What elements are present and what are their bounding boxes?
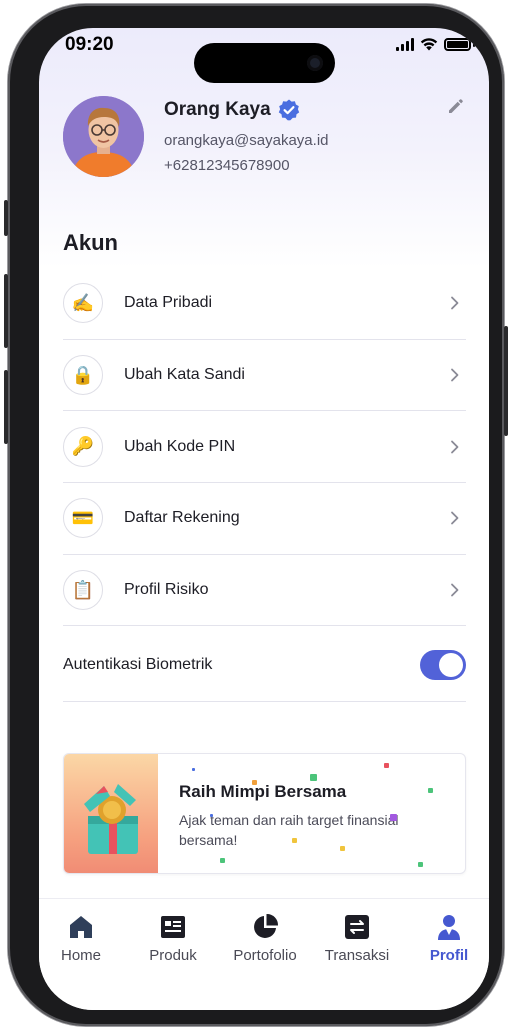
menu-item-label: Daftar Rekening [124,509,240,527]
avatar-illustration [63,96,144,177]
chevron-right-icon [451,583,459,597]
battery-tip [473,42,475,47]
confetti-piece [384,763,389,768]
profile-name: Orang Kaya [164,99,271,120]
confetti-piece [390,814,397,821]
confetti-piece [192,768,195,771]
camera-icon [307,55,323,71]
home-indicator [194,993,334,998]
tab-label: Home [60,947,101,964]
status-icons [396,38,475,51]
volume-down-button [4,370,8,444]
menu-item-personal-data[interactable]: ✍️ Data Pribadi [63,268,466,340]
dynamic-island [194,43,335,83]
home-icon [70,916,92,938]
tab-label: Transaksi [324,947,390,964]
lock-icon: 🔒 [63,355,103,396]
verified-badge-icon [278,99,299,121]
app-screen: 09:20 Orang Kaya orangkaya@sayakaya.id +… [39,28,489,1010]
pie-chart-icon [254,913,279,938]
chevron-right-icon [451,296,459,310]
clipboard-icon: 📋 [63,570,103,611]
confetti-piece [340,846,345,851]
menu-item-label: Ubah Kode PIN [124,437,236,455]
menu-item-label: Profil Risiko [124,581,209,599]
menu-item-label: Data Pribadi [124,294,213,312]
tab-label: Profil [429,947,469,964]
profile-phone: +62812345678900 [164,157,290,174]
menu-item-label: Ubah Kata Sandi [124,366,245,384]
volume-up-button [4,274,8,348]
promo-title: Raih Mimpi Bersama [179,782,347,801]
writing-hand-icon: ✍️ [63,283,103,324]
menu-item-bank-accounts[interactable]: 💳 Daftar Rekening [63,483,466,555]
credit-card-icon: 💳 [63,498,103,539]
confetti-piece [310,774,317,781]
menu-item-change-password[interactable]: 🔒 Ubah Kata Sandi [63,340,466,412]
tab-profil[interactable]: Profil [409,913,489,964]
chevron-right-icon [451,512,459,525]
profile-email: orangkaya@sayakaya.id [164,132,329,149]
transfer-icon [345,915,369,939]
menu-item-change-pin[interactable]: 🔑 Ubah Kode PIN [63,411,466,484]
biometric-toggle[interactable] [420,650,466,680]
tab-label: Portofolio [233,947,297,964]
phone-frame: 09:20 Orang Kaya orangkaya@sayakaya.id +… [4,4,508,1026]
key-icon: 🔑 [63,426,103,467]
power-button [504,326,508,436]
action-button [4,200,8,236]
tab-portofolio[interactable]: Portofolio [225,913,305,964]
status-time: 09:20 [65,34,114,55]
avatar [63,96,144,177]
profile-name-row: Orang Kaya [164,98,301,122]
confetti-piece [210,814,213,817]
confetti-piece [220,858,225,863]
promo-card[interactable]: Raih Mimpi Bersama Ajak teman dan raih t… [63,753,466,874]
chevron-right-icon [451,440,459,454]
person-icon [438,915,460,940]
biometric-row: Autentikasi Biometrik [63,628,466,702]
signal-icon [396,38,414,51]
section-title-account: Akun [63,230,118,255]
tab-home[interactable]: Home [41,913,121,964]
product-card-icon [161,916,185,938]
confetti-piece [292,838,297,843]
chevron-right-icon [451,368,459,382]
edit-pencil-icon[interactable] [446,96,466,116]
tab-produk[interactable]: Produk [133,913,213,964]
gift-icon [84,784,138,854]
battery-icon [444,38,471,51]
confetti-piece [428,788,433,793]
toggle-knob [439,653,463,677]
tab-label: Produk [149,947,197,964]
account-menu: ✍️ Data Pribadi 🔒 Ubah Kata Sandi 🔑 Ubah… [63,268,466,627]
menu-item-risk-profile[interactable]: 📋 Profil Risiko [63,555,466,627]
gift-box-illustration [64,754,158,873]
confetti-piece [418,862,423,867]
tab-transaksi[interactable]: Transaksi [317,913,397,964]
confetti-piece [252,780,257,785]
biometric-label: Autentikasi Biometrik [63,655,213,673]
promo-description: Ajak teman dan raih target finansial ber… [179,812,399,848]
wifi-icon [420,38,438,51]
